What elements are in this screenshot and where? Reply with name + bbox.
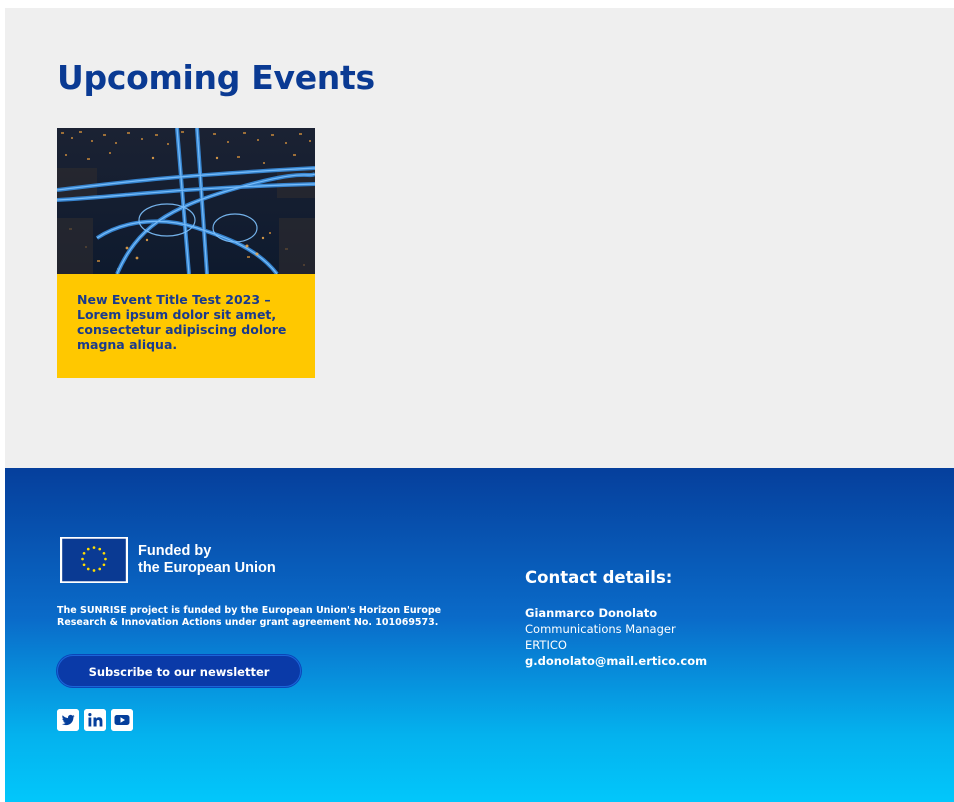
linkedin-icon[interactable] xyxy=(84,709,106,731)
city-highway-night-photo[interactable] xyxy=(57,128,315,274)
funding-statement: The SUNRISE project is funded by the Eur… xyxy=(57,605,442,628)
contact-details: Contact details: Gianmarco Donolato Comm… xyxy=(525,568,707,669)
upcoming-events-section: Upcoming Events New Event Title Test 202… xyxy=(5,8,954,468)
event-title[interactable]: New Event Title Test 2023 – Lorem ipsum … xyxy=(77,292,297,352)
contact-organization: ERTICO xyxy=(525,638,567,652)
contact-name: Gianmarco Donolato xyxy=(525,606,658,620)
eu-funding-logo: Funded by the European Union xyxy=(60,537,276,583)
subscribe-newsletter-button[interactable]: Subscribe to our newsletter xyxy=(57,655,301,687)
section-title: Upcoming Events xyxy=(57,58,375,97)
eu-logo-text: Funded by the European Union xyxy=(138,543,276,577)
twitter-icon[interactable] xyxy=(57,709,79,731)
event-caption[interactable]: New Event Title Test 2023 – Lorem ipsum … xyxy=(57,274,315,378)
site-footer: Funded by the European Union The SUNRISE… xyxy=(5,468,954,802)
contact-heading: Contact details: xyxy=(525,568,673,587)
youtube-icon[interactable] xyxy=(111,709,133,731)
social-links xyxy=(57,709,133,731)
contact-role: Communications Manager xyxy=(525,622,676,636)
eu-logo-line1: Funded by xyxy=(138,543,212,559)
event-card[interactable]: New Event Title Test 2023 – Lorem ipsum … xyxy=(57,128,315,378)
eu-logo-line2: the European Union xyxy=(138,560,276,576)
eu-flag-icon xyxy=(60,537,128,583)
page-frame: Upcoming Events New Event Title Test 202… xyxy=(5,8,954,802)
contact-email[interactable]: g.donolato@mail.ertico.com xyxy=(525,653,707,669)
